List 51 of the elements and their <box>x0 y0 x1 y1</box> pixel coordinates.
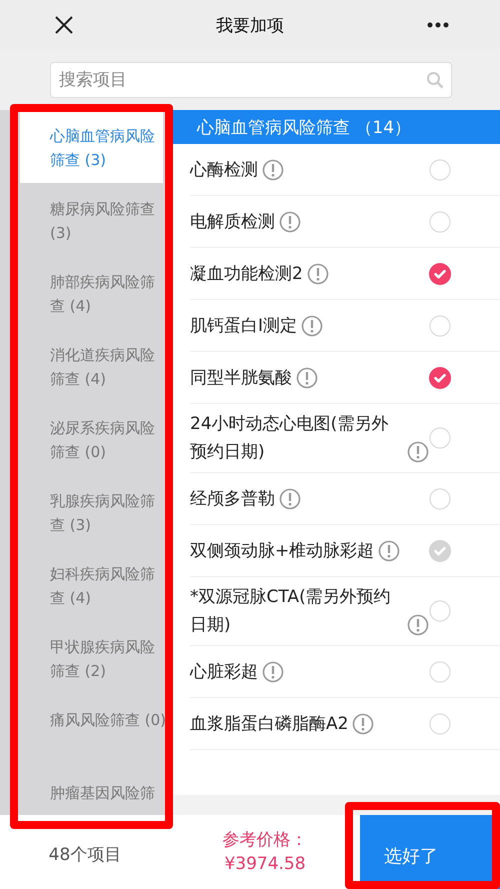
checked-icon[interactable] <box>429 366 451 388</box>
checkbox-icon[interactable] <box>429 427 451 449</box>
item-count: 48个项目 <box>48 844 122 866</box>
info-icon[interactable] <box>301 314 324 336</box>
search-icon <box>426 71 444 89</box>
category-item[interactable]: 肺部疾病风险筛查 (4) <box>20 256 170 329</box>
info-icon[interactable] <box>279 488 301 510</box>
checkbox-icon[interactable] <box>429 314 451 336</box>
price-value: ¥3974.58 <box>224 853 306 876</box>
category-item[interactable]: 乳腺疾病风险筛查 (3) <box>20 475 170 548</box>
item-name: 心酶检测 <box>190 158 258 182</box>
item-name: 经颅多普勒 <box>190 488 275 510</box>
section-title: 心脑血管病风险筛查 （14） <box>197 116 412 138</box>
category-item[interactable]: 肿瘤基因风险筛 <box>20 767 170 815</box>
info-icon[interactable] <box>407 441 429 463</box>
category-item[interactable]: 糖尿病风险筛查 (3) <box>20 183 170 256</box>
close-icon[interactable] <box>55 16 73 34</box>
item-name: 血浆脂蛋白磷脂酶A2 <box>190 712 348 736</box>
category-item[interactable]: 痛风风险筛查 (0) <box>20 694 170 767</box>
item-name: 同型半胱氨酸 <box>190 366 292 390</box>
search-field[interactable]: 搜索项目 <box>50 62 452 98</box>
category-item[interactable]: 妇科疾病风险筛查 (4) <box>20 548 170 621</box>
info-icon[interactable] <box>262 660 284 682</box>
checkbox-icon[interactable] <box>429 660 451 682</box>
info-icon[interactable] <box>407 614 429 636</box>
item-name: *双源冠脉CTA(需另外预约日期) <box>190 586 392 637</box>
page-title: 我要加项 <box>215 14 285 36</box>
info-icon[interactable] <box>378 540 400 562</box>
item-name: 24小时动态心电图(需另外预约日期) <box>190 413 390 464</box>
checkbox-icon[interactable] <box>429 600 451 622</box>
category-item[interactable]: 心脑血管病风险筛查 (3) <box>20 110 163 183</box>
info-icon[interactable] <box>306 262 329 284</box>
item-name: 凝血功能检测2 <box>190 262 303 286</box>
info-icon[interactable] <box>296 366 318 388</box>
checkbox-icon[interactable] <box>429 488 451 510</box>
more-icon[interactable] <box>427 22 449 28</box>
category-item[interactable]: 泌尿系疾病风险筛查 (0) <box>20 402 170 475</box>
item-name: 心脏彩超 <box>190 660 258 684</box>
item-name: 电解质检测 <box>190 210 275 234</box>
checkbox-icon[interactable] <box>429 712 451 734</box>
info-icon[interactable] <box>352 712 374 734</box>
item-name: 双侧颈动脉+椎动脉彩超 <box>190 540 374 562</box>
info-icon[interactable] <box>279 210 301 232</box>
price-label: 参考价格： <box>222 829 308 852</box>
category-item[interactable]: 甲状腺疾病风险筛查 (2) <box>20 621 170 694</box>
category-item[interactable]: 消化道疾病风险筛查 (4) <box>20 329 170 402</box>
info-icon[interactable] <box>262 158 284 180</box>
checkbox-icon[interactable] <box>429 210 451 232</box>
checked-icon[interactable] <box>429 262 451 284</box>
checkbox-icon[interactable] <box>429 158 451 180</box>
item-name: 肌钙蛋白I测定 <box>190 314 298 338</box>
